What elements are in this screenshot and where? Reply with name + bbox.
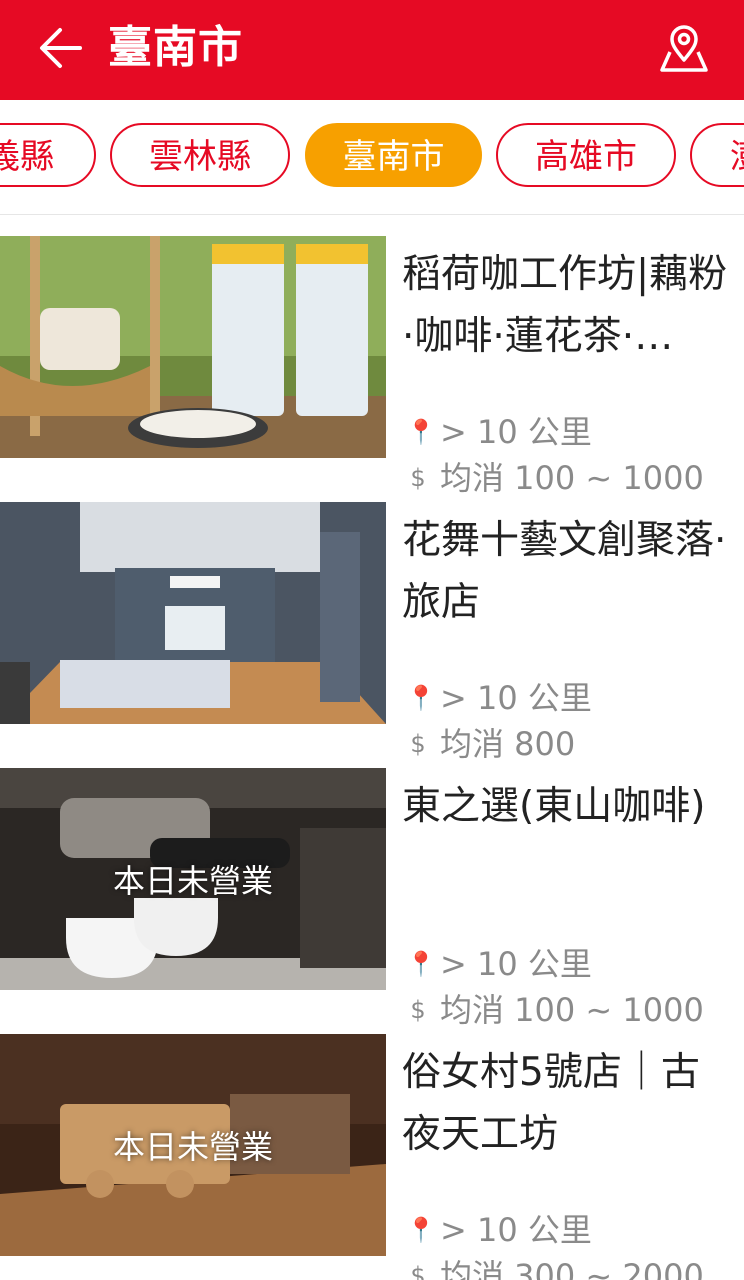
shop-name: 花舞十藝文創聚落·旅店	[402, 518, 727, 625]
closed-today-label: 本日未營業	[112, 1128, 273, 1166]
shop-photo	[0, 502, 386, 724]
location-pin-icon: 📍	[406, 418, 436, 446]
map-pin-icon	[660, 25, 708, 72]
region-chip-penghu[interactable]: 澎湖縣	[690, 123, 744, 187]
region-filter-bar: 嘉義縣 雲林縣 臺南市 高雄市 澎湖縣	[0, 100, 744, 215]
list-item[interactable]: 本日未營業 俗女村5號店｜古夜天工坊 📍 > 10 公里 $ 均消 300 ~ 20…	[0, 1012, 744, 1280]
back-button[interactable]	[36, 22, 88, 74]
region-chip-tainan[interactable]: 臺南市	[305, 123, 482, 187]
shop-name: 東之選(東山咖啡)	[402, 784, 706, 829]
distance-row: 📍 > 10 公里	[406, 942, 592, 986]
list-item[interactable]: 本日未營業 東之選(東山咖啡) 📍 > 10 公里 $ 均消 100 ~ 1000	[0, 746, 744, 1029]
map-button[interactable]	[656, 20, 712, 76]
shop-photo	[0, 236, 386, 458]
app-header: 臺南市	[0, 0, 744, 100]
location-pin-icon: 📍	[406, 950, 436, 978]
distance-row: 📍 > 10 公里	[406, 410, 592, 454]
shop-photo: 本日未營業	[0, 768, 386, 990]
distance-row: 📍 > 10 公里	[406, 1208, 592, 1252]
list-item[interactable]: 稻荷咖工作坊|藕粉·咖啡·蓮花茶·… 📍 > 10 公里 $ 均消 100 ~ 10…	[0, 214, 744, 497]
region-chip-chiayi-county[interactable]: 嘉義縣	[0, 123, 96, 187]
shop-photo: 本日未營業	[0, 1034, 386, 1256]
distance-row: 📍 > 10 公里	[406, 676, 592, 720]
price-row: $ 均消 300 ~ 2000	[406, 1254, 704, 1280]
shop-name: 稻荷咖工作坊|藕粉·咖啡·蓮花茶·…	[402, 252, 728, 359]
region-chip-kaohsiung[interactable]: 高雄市	[496, 123, 676, 187]
closed-today-label: 本日未營業	[112, 862, 273, 900]
region-chip-yunlin[interactable]: 雲林縣	[110, 123, 290, 187]
page-title: 臺南市	[108, 22, 243, 73]
dollar-icon: $	[410, 1262, 426, 1280]
shop-list: 稻荷咖工作坊|藕粉·咖啡·蓮花茶·… 📍 > 10 公里 $ 均消 100 ~ 10…	[0, 214, 744, 1280]
location-pin-icon: 📍	[406, 684, 436, 712]
list-item[interactable]: 花舞十藝文創聚落·旅店 📍 > 10 公里 $ 均消 800	[0, 480, 744, 763]
location-pin-icon: 📍	[406, 1216, 436, 1244]
arrow-left-icon	[40, 28, 82, 68]
shop-name: 俗女村5號店｜古夜天工坊	[402, 1050, 700, 1157]
